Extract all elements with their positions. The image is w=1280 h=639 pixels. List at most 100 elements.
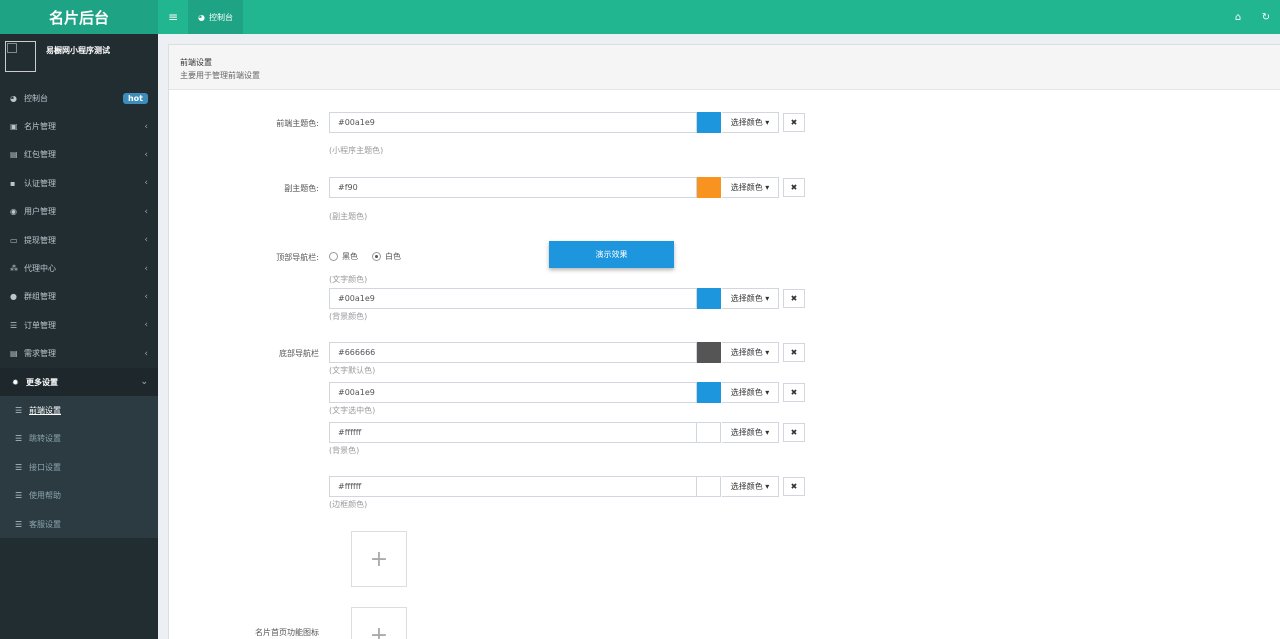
sidebar-item-orders[interactable]: ☰ 订单管理 ‹ [0, 311, 158, 339]
sidebar-item-withdraw[interactable]: ▭ 提现管理 ‹ [0, 226, 158, 254]
user-panel: 易橱网小程序测试 [0, 34, 158, 84]
money-icon: ▭ [10, 235, 18, 245]
list-icon: ☰ [10, 320, 18, 330]
dashboard-icon: ◕ [10, 93, 17, 103]
pick-label: 选择颜色 [730, 482, 763, 491]
sidebar-item-agents[interactable]: ⁂ 代理中心 ‹ [0, 254, 158, 282]
radio-black[interactable] [329, 252, 338, 261]
bottom-nav-default-input[interactable]: #666666 [329, 342, 697, 363]
top-nav-bg-swatch[interactable] [697, 288, 721, 309]
sidebar-subitem-frontend[interactable]: ☰ 前端设置 [0, 396, 158, 424]
function-icon-label: 名片首页功能图标 [255, 628, 319, 637]
verify-icon: ▪ [10, 178, 16, 188]
sidebar-item-label: 用户管理 [24, 207, 56, 217]
sub-color-label: 副主题色: [284, 184, 319, 193]
bottom-nav-default-help: (文字默认色) [329, 366, 376, 375]
sidebar-subitem-help[interactable]: ☰ 使用帮助 [0, 481, 158, 509]
bottom-nav-selected-input[interactable]: #00a1e9 [329, 382, 697, 403]
tab-label: 控制台 [208, 12, 233, 22]
bottom-nav-border-swatch[interactable] [697, 476, 721, 497]
pick-label: 选择颜色 [730, 428, 763, 437]
sidebar-item-verify[interactable]: ▪ 认证管理 ‹ [0, 169, 158, 197]
app-logo[interactable]: 名片后台 [0, 0, 158, 34]
more-settings-submenu: ☰ 前端设置 ☰ 跳转设置 ☰ 接口设置 ☰ 使用帮助 ☰ 客服设置 [0, 396, 158, 539]
pick-color-button[interactable]: 选择颜色 ▾ [722, 476, 779, 497]
chevron-left-icon: ‹ [144, 320, 148, 331]
user-icon: ◉ [10, 207, 17, 217]
avatar [5, 41, 36, 72]
sidebar-item-label: 使用帮助 [29, 491, 61, 501]
bottom-nav-bg-input[interactable]: #ffffff [329, 422, 697, 443]
sidebar-item-more-settings[interactable]: ✹ 更多设置 ⌄ [0, 367, 158, 397]
sidebar-item-redpacket[interactable]: ▤ 红包管理 ‹ [0, 141, 158, 169]
sidebar-subitem-api[interactable]: ☰ 接口设置 [0, 453, 158, 481]
sidebar-item-cards[interactable]: ▣ 名片管理 ‹ [0, 112, 158, 140]
top-nav-bg-help: (背景颜色) [329, 312, 368, 321]
bottom-nav-border-input[interactable]: #ffffff [329, 476, 697, 497]
pick-label: 选择颜色 [730, 294, 763, 303]
bottom-nav-selected-swatch[interactable] [697, 382, 721, 403]
chevron-left-icon: ‹ [144, 121, 148, 132]
pick-color-button[interactable]: 选择颜色 ▾ [722, 382, 779, 403]
home-icon[interactable]: ⌂ [1224, 0, 1252, 34]
upload-button[interactable]: + [351, 531, 407, 587]
pick-label: 选择颜色 [730, 183, 763, 192]
bottom-nav-label: 底部导航栏 [279, 349, 319, 358]
pick-color-button[interactable]: 选择颜色 ▾ [722, 342, 779, 363]
sub-color-input[interactable]: #f90 [329, 177, 697, 198]
hot-badge: hot [122, 92, 148, 104]
gear-icon: ✹ [12, 377, 19, 387]
pick-color-button[interactable]: 选择颜色 ▾ [722, 177, 779, 198]
main-color-label: 前端主题色: [276, 119, 319, 128]
sidebar-item-groups[interactable]: ● 群组管理 ‹ [0, 283, 158, 311]
sidebar-item-label: 群组管理 [24, 292, 56, 302]
clear-color-button[interactable]: ✖ [783, 289, 805, 308]
sidebar-item-demands[interactable]: ▤ 需求管理 ‹ [0, 340, 158, 368]
clear-color-button[interactable]: ✖ [783, 343, 805, 362]
sidebar-item-users[interactable]: ◉ 用户管理 ‹ [0, 198, 158, 226]
top-right-tools: ⌂ ↻ [1224, 0, 1280, 34]
list-icon: ☰ [15, 519, 23, 529]
list-alt-icon: ▤ [10, 349, 18, 359]
main-color-row: #00a1e9 选择颜色 ▾ ✖ [329, 112, 805, 133]
chevron-left-icon: ‹ [144, 348, 148, 359]
pick-color-button[interactable]: 选择颜色 ▾ [722, 288, 779, 309]
menu-icon[interactable]: ≡ [158, 0, 188, 34]
sidebar-item-dashboard[interactable]: ◕ 控制台 hot [0, 84, 158, 112]
main-color-swatch[interactable] [697, 112, 721, 133]
clear-color-button[interactable]: ✖ [783, 477, 805, 496]
settings-panel: 前端设置 主要用于管理前端设置 前端主题色: #00a1e9 选择颜色 ▾ ✖ … [168, 44, 1280, 639]
top-nav-label: 顶部导航栏: [276, 253, 319, 262]
main-color-input[interactable]: #00a1e9 [329, 112, 697, 133]
bottom-nav-selected-help: (文字选中色) [329, 406, 376, 415]
sidebar-item-label: 名片管理 [24, 122, 56, 132]
upload-button[interactable]: + [351, 607, 407, 639]
sidebar-item-label: 提现管理 [24, 235, 56, 245]
sidebar-item-label: 订单管理 [24, 320, 56, 330]
clear-color-button[interactable]: ✖ [783, 423, 805, 442]
pick-color-button[interactable]: 选择颜色 ▾ [722, 422, 779, 443]
bottom-nav-default-swatch[interactable] [697, 342, 721, 363]
sub-color-help: (副主题色) [329, 212, 368, 221]
group-icon: ● [10, 292, 17, 302]
chevron-left-icon: ‹ [144, 235, 148, 246]
chevron-left-icon: ‹ [144, 263, 148, 274]
clear-color-button[interactable]: ✖ [783, 178, 805, 197]
chevron-down-icon: ⌄ [140, 377, 148, 388]
sidebar: 易橱网小程序测试 ◕ 控制台 hot ▣ 名片管理 ‹ ▤ 红包管理 ‹ ▪ 认… [0, 34, 158, 639]
demo-button[interactable]: 演示效果 [549, 241, 674, 268]
pick-color-button[interactable]: 选择颜色 ▾ [722, 112, 779, 133]
clear-color-button[interactable]: ✖ [783, 113, 805, 132]
box-header: 前端设置 主要用于管理前端设置 [169, 45, 1280, 90]
chevron-left-icon: ‹ [144, 291, 148, 302]
sub-color-swatch[interactable] [697, 177, 721, 198]
clear-color-button[interactable]: ✖ [783, 383, 805, 402]
top-nav-bg-input[interactable]: #00a1e9 [329, 288, 697, 309]
radio-white[interactable] [372, 252, 381, 261]
bottom-nav-bg-swatch[interactable] [697, 422, 721, 443]
tab-dashboard[interactable]: ◕ 控制台 [188, 0, 243, 34]
sidebar-subitem-service[interactable]: ☰ 客服设置 [0, 510, 158, 538]
user-name: 易橱网小程序测试 [46, 46, 110, 55]
sidebar-subitem-redirect[interactable]: ☰ 跳转设置 [0, 425, 158, 453]
refresh-icon[interactable]: ↻ [1252, 0, 1280, 34]
